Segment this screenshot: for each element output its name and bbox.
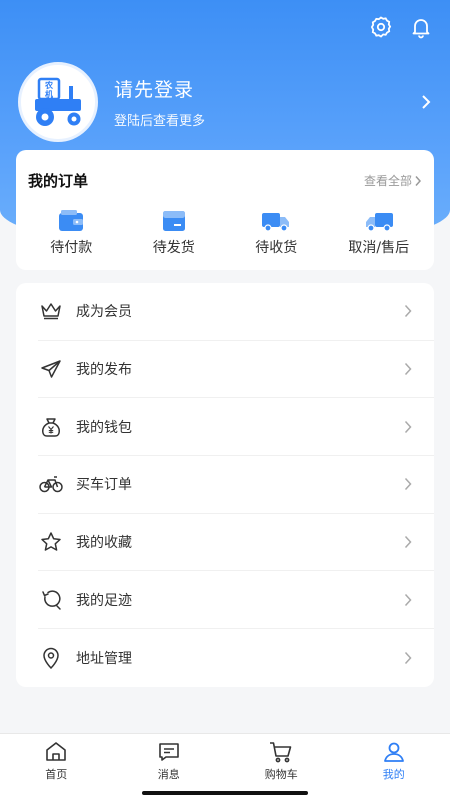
chevron-right-icon xyxy=(400,419,416,435)
bottom-tab-bar: 首页 消息 购物车 我的 xyxy=(0,733,450,800)
chevron-right-icon xyxy=(400,592,416,608)
orders-header: 我的订单 查看全部 xyxy=(16,150,434,191)
home-indicator xyxy=(142,791,308,795)
tab-profile[interactable]: 我的 xyxy=(338,734,450,800)
gear-icon[interactable] xyxy=(368,14,394,40)
top-icons xyxy=(368,14,434,40)
menu-item-label: 地址管理 xyxy=(76,650,132,667)
send-icon xyxy=(38,356,64,382)
chevron-right-icon xyxy=(400,361,416,377)
profile-section[interactable]: 农 机 请先登录 登陆后查看更多 xyxy=(18,62,438,142)
wallet-icon xyxy=(59,210,84,231)
order-status-label: 待收货 xyxy=(255,240,298,256)
order-status-list: 待付款 待发货 待收货 取消/售后 xyxy=(16,209,434,257)
chevron-right-icon xyxy=(400,303,416,319)
orders-card: 我的订单 查看全部 待付款 待发货 待收货 取消/售后 xyxy=(16,150,434,270)
tab-label: 购物车 xyxy=(264,768,298,781)
bicycle-icon xyxy=(38,471,64,497)
menu-item-label: 成为会员 xyxy=(76,304,132,321)
order-pending-receipt[interactable]: 待收货 xyxy=(226,209,326,257)
money-bag-icon xyxy=(38,414,64,440)
login-title[interactable]: 请先登录 xyxy=(114,75,414,102)
avatar-logo-char-2: 机 xyxy=(45,89,53,99)
crown-icon xyxy=(38,298,64,324)
login-subtitle: 登陆后查看更多 xyxy=(114,114,206,129)
chevron-right-icon xyxy=(400,476,416,492)
menu-item-label: 买车订单 xyxy=(76,477,132,494)
order-status-label: 待付款 xyxy=(50,240,93,256)
chevron-right-icon[interactable] xyxy=(414,90,438,114)
cart-icon xyxy=(270,742,292,763)
home-icon xyxy=(46,742,67,761)
menu-item-label: 我的足迹 xyxy=(76,592,132,609)
chevron-right-icon xyxy=(400,534,416,550)
menu-item-label: 我的收藏 xyxy=(76,535,132,552)
order-pending-shipment[interactable]: 待发货 xyxy=(124,209,224,257)
menu-item-label: 我的钱包 xyxy=(76,419,132,436)
view-all-label: 查看全部 xyxy=(363,174,412,188)
orders-title: 我的订单 xyxy=(28,172,89,190)
chevron-right-icon xyxy=(400,650,416,666)
order-status-label: 待发货 xyxy=(152,240,195,256)
menu-item-address[interactable]: 地址管理 xyxy=(38,629,434,687)
menu-list: 成为会员 我的发布 我的钱包 买车订单 我的收藏 我的足迹 地址管理 xyxy=(16,283,434,687)
view-all-orders-link[interactable]: 查看全部 xyxy=(364,172,422,189)
avatar-logo-char-1: 农 xyxy=(44,80,53,90)
message-icon xyxy=(158,743,179,761)
menu-item-car-orders[interactable]: 买车订单 xyxy=(38,456,434,514)
star-icon xyxy=(38,529,64,555)
footprint-icon xyxy=(38,587,64,613)
avatar[interactable]: 农 机 xyxy=(18,62,98,142)
profile-text: 请先登录 登陆后查看更多 xyxy=(114,75,414,129)
user-icon xyxy=(383,742,404,762)
menu-item-label: 我的发布 xyxy=(76,362,132,379)
menu-item-footprints[interactable]: 我的足迹 xyxy=(38,571,434,630)
menu-item-my-posts[interactable]: 我的发布 xyxy=(38,341,434,399)
order-cancel-aftersale[interactable]: 取消/售后 xyxy=(329,209,429,257)
menu-item-wallet[interactable]: 我的钱包 xyxy=(38,398,434,457)
truck-return-icon xyxy=(365,213,393,232)
location-icon xyxy=(38,645,64,671)
tab-home[interactable]: 首页 xyxy=(0,734,113,800)
package-icon xyxy=(162,211,185,231)
order-status-label: 取消/售后 xyxy=(348,240,410,256)
truck-icon xyxy=(262,213,290,232)
menu-item-favorites[interactable]: 我的收藏 xyxy=(38,514,434,572)
bell-icon[interactable] xyxy=(408,14,434,40)
order-pending-payment[interactable]: 待付款 xyxy=(21,209,121,257)
chevron-right-icon xyxy=(415,175,422,186)
tab-label: 消息 xyxy=(157,768,180,781)
menu-item-membership[interactable]: 成为会员 xyxy=(38,283,434,341)
tab-label: 我的 xyxy=(382,768,405,781)
tab-label: 首页 xyxy=(45,768,68,781)
